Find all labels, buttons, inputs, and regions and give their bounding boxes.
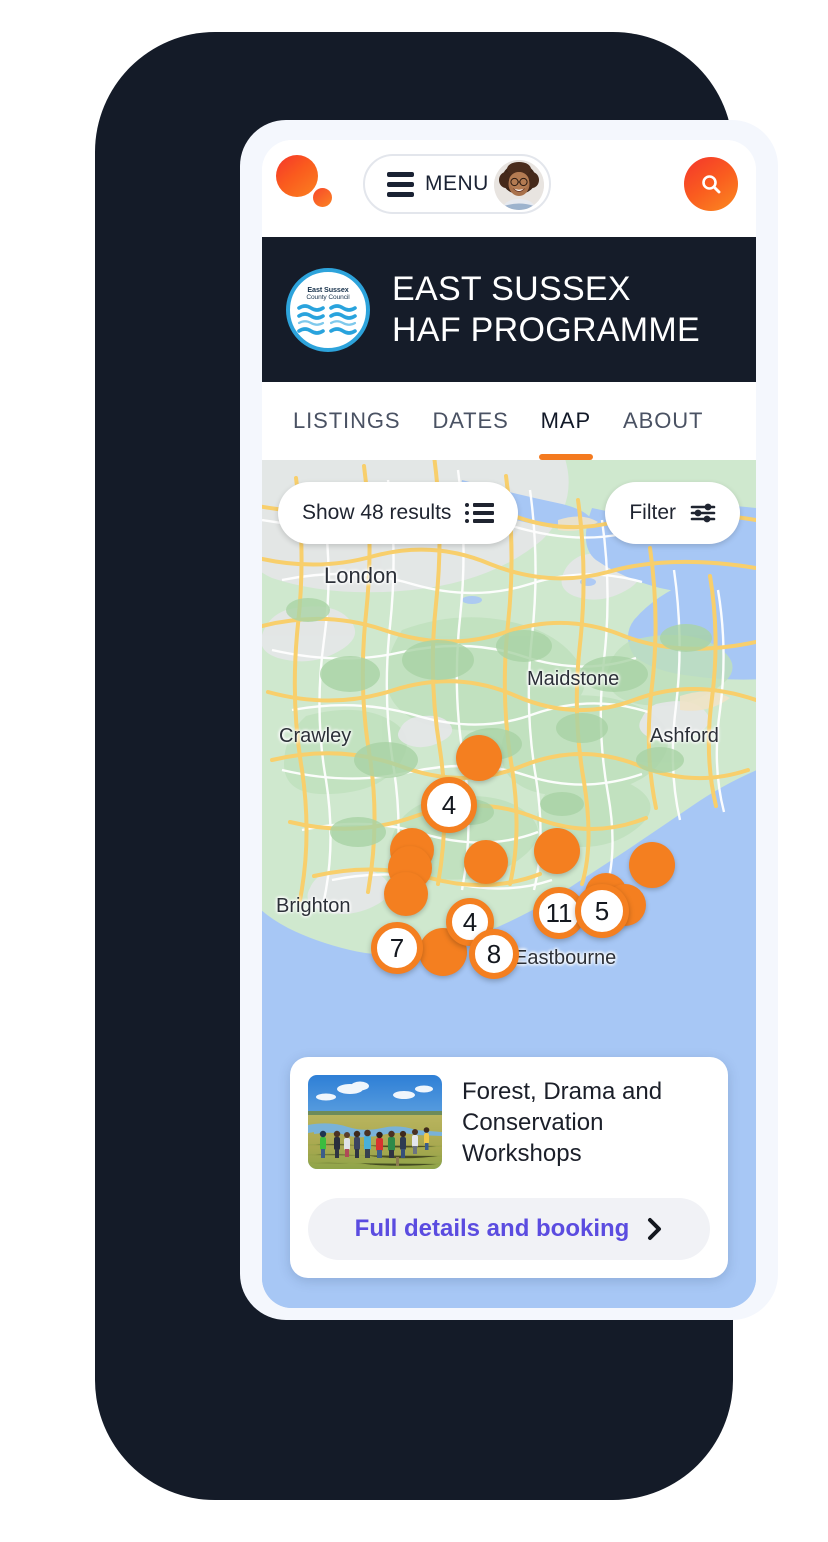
map-label-ashford: Ashford	[650, 725, 719, 747]
map-marker-dot[interactable]	[384, 872, 428, 916]
crest-line-1: East Sussex	[307, 285, 349, 295]
show-results-label: Show 48 results	[302, 501, 452, 524]
map-controls: Show 48 results Filter	[278, 482, 740, 544]
crest-line-2: County Council	[306, 294, 350, 302]
banner-title-line-1: EAST SUSSEX	[392, 270, 631, 309]
search-icon	[702, 175, 721, 194]
filter-button[interactable]: Filter	[605, 482, 740, 544]
listing-thumbnail	[308, 1075, 442, 1170]
site-banner: East Sussex County Council EAST SUSSEX H…	[262, 237, 756, 382]
map-cluster-marker[interactable]: 8	[469, 929, 519, 979]
brand-logo-icon[interactable]	[276, 155, 338, 217]
map-label-brighton: Brighton	[276, 895, 351, 917]
search-button[interactable]	[684, 157, 738, 211]
filter-label: Filter	[629, 501, 676, 524]
avatar[interactable]	[494, 160, 544, 210]
map-marker-dot[interactable]	[464, 840, 508, 884]
tab-about[interactable]: ABOUT	[607, 382, 719, 460]
tab-listings[interactable]: LISTINGS	[288, 382, 416, 460]
hamburger-icon	[387, 171, 414, 197]
listing-title: Forest, Drama and Conservation Workshops	[462, 1078, 663, 1168]
crest-waves-icon	[297, 302, 357, 337]
map-view[interactable]: London Maidstone Ashford Crawley Brighto…	[262, 460, 756, 1308]
map-cluster-marker[interactable]: 7	[371, 922, 423, 974]
menu-button[interactable]: MENU	[363, 154, 551, 214]
app-screen: MENU East Sussex County Council EAST SUS…	[262, 140, 756, 1308]
map-cluster-marker[interactable]: 4	[421, 777, 477, 833]
banner-title-line-2: HAF PROGRAMME	[392, 310, 701, 349]
tab-dates[interactable]: DATES	[416, 382, 524, 460]
crest-text: East Sussex County Council	[306, 285, 350, 302]
list-icon	[465, 503, 495, 523]
map-cluster-marker[interactable]: 5	[575, 884, 629, 938]
listing-thumbnail-image	[308, 1075, 442, 1170]
listing-info-card[interactable]: Forest, Drama and Conservation Workshops…	[290, 1057, 728, 1278]
top-bar: MENU	[262, 140, 756, 237]
brand-dot-small-icon	[313, 188, 332, 207]
map-label-maidstone: Maidstone	[527, 668, 620, 690]
brand-dot-large-icon	[276, 155, 318, 197]
avatar-image	[494, 160, 544, 210]
card-top-row: Forest, Drama and Conservation Workshops	[308, 1075, 710, 1170]
page-title: EAST SUSSEX HAF PROGRAMME	[392, 269, 700, 349]
show-results-button[interactable]: Show 48 results	[278, 482, 519, 544]
map-marker-dot[interactable]	[456, 735, 502, 781]
map-marker-dot[interactable]	[534, 828, 580, 874]
menu-button-label: MENU	[425, 172, 489, 195]
tab-bar: LISTINGS DATES MAP ABOUT	[262, 382, 756, 460]
chevron-right-icon	[648, 1218, 662, 1240]
map-label-crawley: Crawley	[279, 725, 352, 747]
full-details-and-booking-button[interactable]: Full details and booking	[308, 1198, 710, 1260]
map-label-eastbourne: Eastbourne	[514, 947, 617, 969]
map-label-london: London	[324, 563, 398, 588]
east-sussex-crest-icon: East Sussex County Council	[286, 267, 370, 352]
map-marker-dot[interactable]	[629, 842, 675, 888]
phone-frame: MENU East Sussex County Council EAST SUS…	[95, 32, 778, 1500]
sliders-icon	[690, 503, 716, 523]
tab-map[interactable]: MAP	[525, 382, 607, 460]
booking-button-label: Full details and booking	[354, 1215, 630, 1242]
